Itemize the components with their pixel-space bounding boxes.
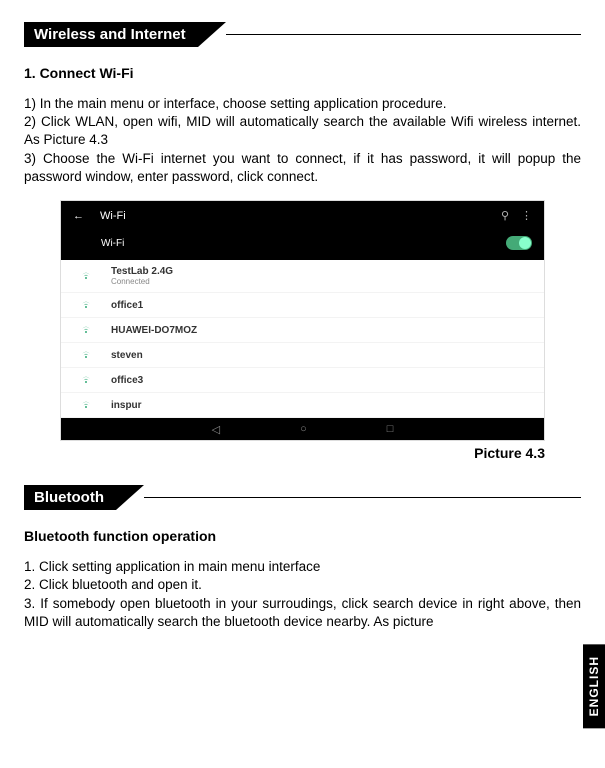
figure-title: Wi-Fi	[100, 210, 489, 222]
section-header-bluetooth: Bluetooth	[24, 485, 581, 510]
wifi-signal-icon	[79, 399, 93, 411]
wifi-network-name: office3	[111, 375, 143, 386]
wifi-figure: ← Wi-Fi ⚲ ⋮ Wi-Fi TestLab 2.4GConnected o…	[60, 200, 545, 441]
bluetooth-subtitle: Bluetooth function operation	[24, 528, 581, 544]
wifi-step-2: 2) Click WLAN, open wifi, MID will autom…	[24, 113, 581, 149]
wifi-row[interactable]: HUAWEI-DO7MOZ	[61, 318, 544, 343]
wifi-row[interactable]: office3	[61, 368, 544, 393]
section-header-wireless: Wireless and Internet	[24, 22, 581, 47]
wifi-signal-icon	[79, 349, 93, 361]
wifi-toggle-label: Wi-Fi	[101, 238, 506, 249]
wifi-network-name: office1	[111, 300, 143, 311]
wifi-toggle[interactable]	[506, 236, 532, 250]
wifi-network-status: Connected	[111, 277, 173, 286]
nav-back-icon[interactable]: ◁	[212, 423, 220, 436]
wifi-row[interactable]: inspur	[61, 393, 544, 418]
wifi-network-name: steven	[111, 350, 143, 361]
wifi-signal-icon	[79, 324, 93, 336]
section-rule	[144, 497, 581, 498]
bluetooth-step-1: 1. Click setting application in main men…	[24, 558, 581, 576]
nav-home-icon[interactable]: ○	[300, 423, 307, 435]
wifi-step-1: 1) In the main menu or interface, choose…	[24, 95, 581, 113]
wifi-row[interactable]: steven	[61, 343, 544, 368]
wifi-row[interactable]: office1	[61, 293, 544, 318]
wifi-signal-icon	[79, 299, 93, 311]
wifi-network-name: TestLab 2.4G	[111, 266, 173, 277]
wifi-subtitle: 1. Connect Wi-Fi	[24, 65, 581, 81]
bluetooth-step-2: 2. Click bluetooth and open it.	[24, 576, 581, 594]
wifi-list: TestLab 2.4GConnected office1 HUAWEI-DO7MO…	[61, 260, 544, 418]
wifi-toggle-row: Wi-Fi	[61, 230, 544, 260]
section-tab-wireless: Wireless and Internet	[24, 22, 198, 47]
figure-caption: Picture 4.3	[24, 445, 545, 461]
bluetooth-paragraphs: 1. Click setting application in main men…	[24, 558, 581, 631]
figure-header: ← Wi-Fi ⚲ ⋮	[61, 201, 544, 230]
wifi-step-3: 3) Choose the Wi-Fi internet you want to…	[24, 150, 581, 186]
section-tab-bluetooth: Bluetooth	[24, 485, 116, 510]
bluetooth-step-3: 3. If somebody open bluetooth in your su…	[24, 595, 581, 631]
android-nav-bar: ◁ ○ □	[61, 418, 544, 440]
wifi-network-name: HUAWEI-DO7MOZ	[111, 325, 197, 336]
section-rule	[226, 34, 581, 35]
menu-icon[interactable]: ⋮	[521, 209, 532, 222]
wifi-paragraphs: 1) In the main menu or interface, choose…	[24, 95, 581, 186]
language-tab: ENGLISH	[583, 644, 605, 728]
back-icon[interactable]: ←	[73, 210, 84, 222]
wifi-row[interactable]: TestLab 2.4GConnected	[61, 260, 544, 293]
wifi-signal-icon	[79, 270, 93, 282]
wifi-signal-icon	[79, 374, 93, 386]
wifi-network-name: inspur	[111, 400, 142, 411]
nav-recent-icon[interactable]: □	[387, 423, 394, 435]
search-icon[interactable]: ⚲	[501, 209, 509, 222]
